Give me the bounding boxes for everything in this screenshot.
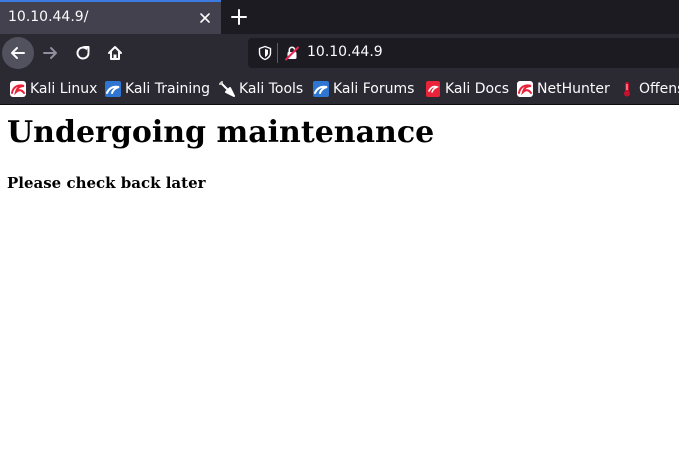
bookmark-label: Kali Training [125, 81, 210, 97]
page-subheading: Please check back later [7, 174, 206, 192]
url-bar[interactable]: 10.10.44.9 [248, 38, 679, 68]
tab-title: 10.10.44.9/ [8, 9, 89, 25]
bookmark-kali-forums[interactable]: Kali Forums [313, 80, 414, 98]
bookmark-offensive-security[interactable]: Offens [619, 80, 679, 98]
browser-window: 10.10.44.9/ 10.10.44.9 Kali Linux Kali T… [0, 0, 679, 476]
navigation-toolbar: 10.10.44.9 [0, 34, 679, 72]
arrow-left-icon [11, 47, 25, 59]
bookmarks-toolbar: Kali Linux Kali Training Kali Tools Kali… [0, 72, 679, 104]
url-separator [277, 43, 278, 63]
tab-active[interactable]: 10.10.44.9/ [0, 0, 221, 34]
home-button[interactable] [99, 37, 131, 69]
kali-training-icon [105, 81, 121, 97]
back-button[interactable] [2, 37, 34, 69]
page-heading: Undergoing maintenance [7, 115, 435, 150]
url-text[interactable]: 10.10.44.9 [307, 44, 383, 60]
nethunter-icon [517, 81, 533, 97]
bookmark-kali-training[interactable]: Kali Training [105, 80, 210, 98]
bookmark-label: NetHunter [537, 81, 610, 97]
reload-icon [76, 46, 90, 60]
close-icon[interactable] [197, 10, 213, 26]
reload-button[interactable] [67, 37, 99, 69]
bookmark-label: Kali Docs [445, 81, 510, 97]
page-content: Undergoing maintenance Please check back… [0, 105, 679, 476]
new-tab-plus-icon[interactable] [229, 7, 249, 27]
kali-tools-icon [219, 81, 235, 97]
kali-docs-icon [426, 81, 440, 97]
bookmark-label: Kali Linux [30, 81, 98, 97]
bookmark-label: Kali Forums [333, 81, 415, 97]
bookmark-kali-docs[interactable]: Kali Docs [425, 80, 509, 98]
bookmark-label: Offens [639, 81, 679, 97]
shield-icon[interactable] [257, 45, 273, 61]
arrow-right-icon [43, 47, 57, 59]
home-icon [108, 46, 122, 60]
kali-forums-icon [313, 81, 329, 97]
kali-linux-icon [10, 81, 26, 97]
bookmark-kali-linux[interactable]: Kali Linux [10, 80, 97, 98]
offensive-security-icon [624, 82, 630, 97]
tab-strip: 10.10.44.9/ [0, 0, 679, 34]
bookmark-label: Kali Tools [239, 81, 304, 97]
insecure-lock-icon[interactable] [284, 45, 300, 61]
bookmark-nethunter[interactable]: NetHunter [517, 80, 610, 98]
forward-button[interactable] [34, 37, 66, 69]
bookmark-kali-tools[interactable]: Kali Tools [219, 80, 303, 98]
